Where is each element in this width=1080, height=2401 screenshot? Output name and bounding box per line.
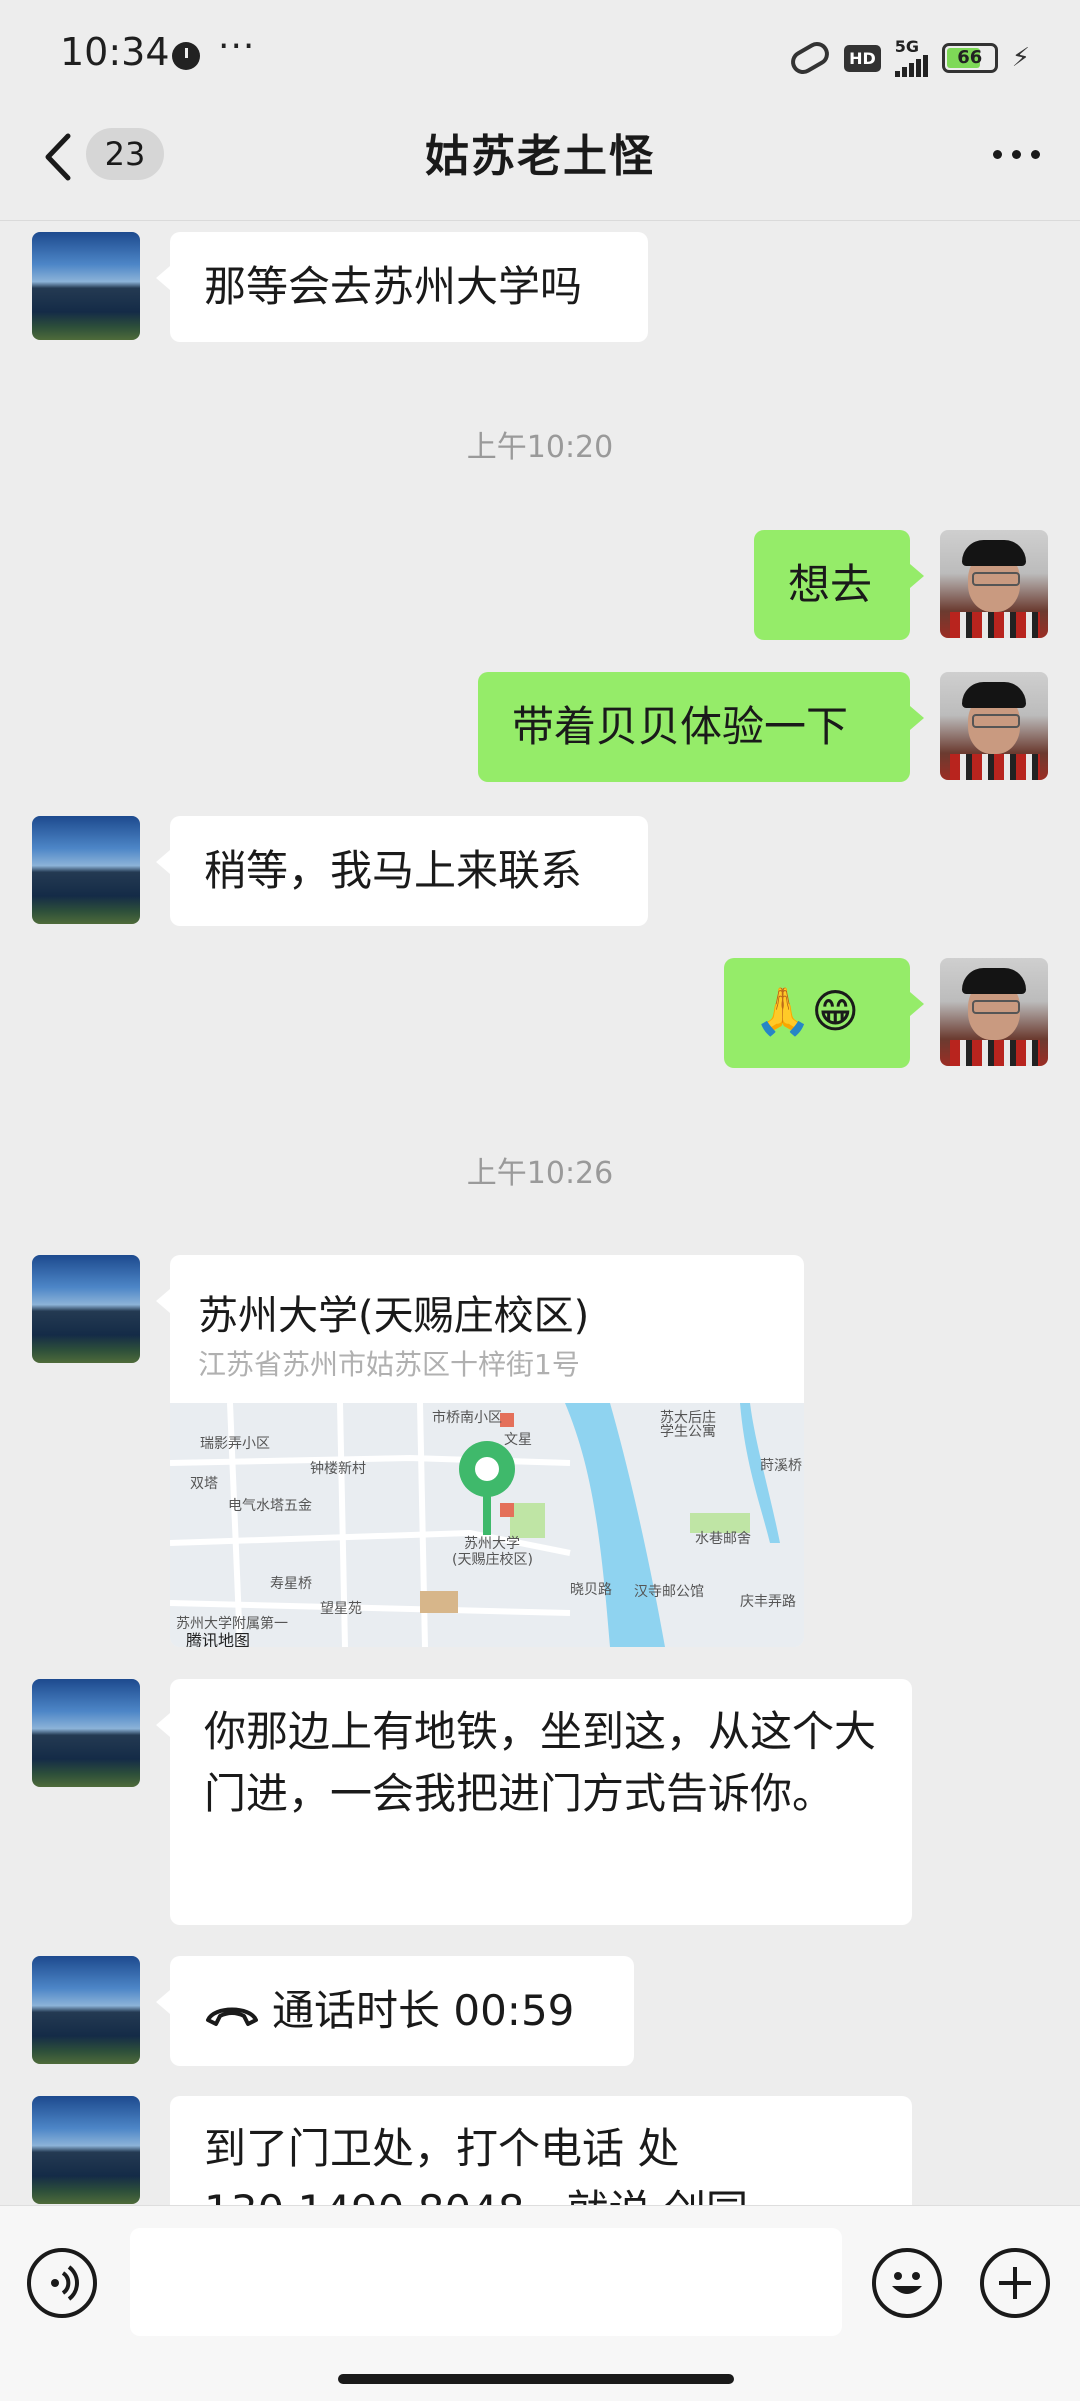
message-outgoing[interactable]: 带着贝贝体验一下: [478, 672, 924, 782]
battery-level: 66: [957, 47, 983, 68]
contact-avatar[interactable]: [32, 2096, 140, 2204]
message-outgoing[interactable]: 想去: [754, 530, 924, 640]
map-label: 莳溪桥: [760, 1458, 802, 1474]
contact-avatar[interactable]: [32, 1255, 140, 1363]
self-avatar[interactable]: [940, 958, 1048, 1066]
emoji-icon[interactable]: [872, 2248, 942, 2318]
network-type: 5G: [894, 37, 919, 56]
voice-icon[interactable]: [27, 2248, 97, 2318]
map-label: 市桥南小区: [432, 1410, 502, 1426]
message-incoming[interactable]: 稍等，我马上来联系: [156, 816, 648, 926]
home-indicator[interactable]: [338, 2374, 734, 2384]
clock-icon: [172, 42, 200, 70]
plus-icon[interactable]: [980, 2248, 1050, 2318]
self-avatar[interactable]: [940, 672, 1048, 780]
timestamp: 上午10:20: [466, 430, 614, 465]
signal-icon: 5G: [894, 37, 928, 77]
more-dots-icon[interactable]: [993, 150, 1040, 159]
location-message[interactable]: 苏州大学(天赐庄校区) 江苏省苏州市姑苏区十梓街1号 市桥南小区 瑞影弄小区 钟…: [170, 1255, 804, 1647]
message-incoming[interactable]: 你那边上有地铁，坐到这，从这个大门进，一会我把进门方式告诉你。: [156, 1679, 912, 1925]
call-duration: 通话时长 00:59: [272, 1986, 575, 2035]
map-label: 望星苑: [320, 1601, 362, 1617]
contact-avatar[interactable]: [32, 232, 140, 340]
map-attribution: 腾讯地图: [186, 1631, 251, 1647]
message-outgoing-emoji[interactable]: 🙏😁: [724, 958, 924, 1068]
map-label: 寿星桥: [270, 1576, 312, 1592]
contact-avatar[interactable]: [32, 1956, 140, 2064]
message-line: 到了门卫处，打个电话 处: [204, 2124, 680, 2173]
map-label: 文星: [504, 1432, 532, 1448]
timestamp: 上午10:26: [466, 1156, 614, 1191]
self-avatar[interactable]: [940, 530, 1048, 638]
contact-avatar[interactable]: [32, 1679, 140, 1787]
status-bar: 10:34 ··· HD 5G 66 ⚡: [0, 0, 1080, 115]
charging-icon: ⚡: [1011, 43, 1030, 73]
location-address: 江苏省苏州市姑苏区十梓街1号: [198, 1348, 580, 1381]
map-label: 汉寺邮公馆: [634, 1584, 704, 1600]
battery-icon: 66: [941, 43, 998, 73]
location-map: 市桥南小区 瑞影弄小区 钟楼新村 双塔 电气水塔五金 寿星桥 望星苑 苏州大学附…: [170, 1403, 804, 1647]
map-label: 学生公寓: [660, 1424, 716, 1440]
location-title: 苏州大学(天赐庄校区): [198, 1293, 590, 1339]
status-more: ···: [218, 26, 256, 67]
phone-hangup-icon: [206, 2007, 258, 2026]
map-label: 晓贝路: [570, 1582, 612, 1598]
message-input[interactable]: [130, 2228, 842, 2336]
map-label: 钟楼新村: [310, 1461, 366, 1477]
bubble-tail: [156, 1289, 170, 1313]
status-icons: HD 5G 66 ⚡: [786, 37, 1030, 79]
map-label: 庆丰弄路: [740, 1594, 796, 1610]
map-label: 瑞影弄小区: [200, 1436, 270, 1452]
map-label: 水巷邮舍: [695, 1531, 751, 1547]
link-icon: [786, 37, 834, 79]
status-time: 10:34: [60, 30, 170, 74]
map-label: 电气水塔五金: [228, 1498, 312, 1514]
contact-avatar[interactable]: [32, 816, 140, 924]
map-label: (天赐庄校区): [452, 1552, 533, 1568]
map-label: 双塔: [190, 1476, 218, 1492]
call-record-message[interactable]: 通话时长 00:59: [156, 1956, 634, 2066]
chat-title: 姑苏老土怪: [425, 131, 655, 182]
message-incoming[interactable]: 那等会去苏州大学吗: [156, 232, 648, 342]
hd-badge: HD: [844, 44, 881, 72]
